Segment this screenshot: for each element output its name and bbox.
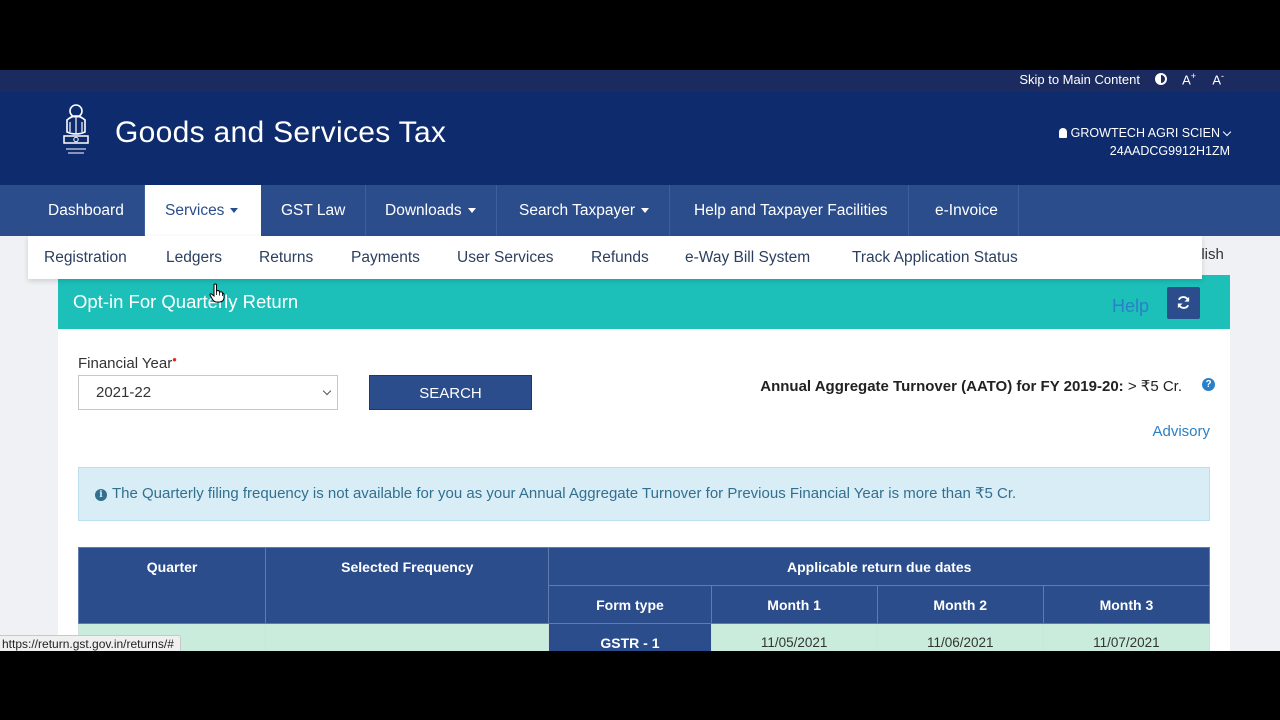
caret-down-icon [467,208,476,213]
submenu-payments[interactable]: Payments [351,236,420,279]
cell-month2: 11/06/2021 [876,623,1044,651]
aato-value: > ₹5 Cr. [1127,378,1182,395]
help-circle-icon[interactable]: ? [1202,378,1215,391]
font-increase-label: A [1182,72,1191,88]
nav-downloads[interactable]: Downloads [365,185,497,236]
nav-label: Help and Taxpayer Facilities [694,202,888,219]
financial-year-select[interactable]: 2021-22 [78,375,338,410]
info-alert: i The Quarterly filing frequency is not a… [78,467,1210,521]
font-decrease-button[interactable]: A- [1212,71,1224,87]
cell-month1: 11/05/2021 [710,623,878,651]
submenu-track-status[interactable]: Track Application Status [852,236,1018,279]
nav-dashboard[interactable]: Dashboard [28,185,145,236]
fy-selected-value: 2021-22 [96,384,152,401]
nav-services[interactable]: Services [145,185,261,236]
national-emblem-icon[interactable] [58,102,94,160]
aato-info: Annual Aggregate Turnover (AATO) for FY … [760,377,1182,395]
advisory-link[interactable]: Advisory [1152,423,1210,440]
caret-down-icon [230,208,239,213]
col-month2: Month 2 [876,585,1044,624]
nav-label: Services [165,202,225,219]
financial-year-label: Financial Year• [78,352,177,372]
chevron-down-icon [322,386,332,396]
font-increase-sup: + [1190,71,1196,81]
aato-label: Annual Aggregate Turnover (AATO) for FY … [760,378,1124,395]
user-menu[interactable]: GROWTECH AGRI SCIEN 24AADCG9912H1ZM [1058,124,1232,160]
nav-search-taxpayer[interactable]: Search Taxpayer [499,185,671,236]
nav-help-facilities[interactable]: Help and Taxpayer Facilities [674,185,909,236]
search-button[interactable]: SEARCH [369,375,532,410]
refresh-button[interactable] [1167,287,1200,319]
nav-label: Dashboard [48,202,124,219]
user-gstin: 24AADCG9912H1ZM [1109,144,1230,158]
font-decrease-sup: - [1221,71,1224,81]
cell-frequency [265,623,550,651]
col-selected-frequency: Selected Frequency [265,547,550,624]
accessibility-bar: Skip to Main Content A+ A- [0,70,1280,92]
page-title: Opt-in For Quarterly Return [73,291,299,312]
submenu-refunds[interactable]: Refunds [591,236,649,279]
opt-in-panel: Opt-in For Quarterly Return Help Financi… [58,275,1230,651]
nav-e-invoice[interactable]: e-Invoice [915,185,1019,236]
site-header: Goods and Services Tax GROWTECH AGRI SCI… [0,92,1280,185]
cell-month3: 11/07/2021 [1042,623,1211,651]
skip-to-main-link[interactable]: Skip to Main Content [1019,72,1140,87]
submenu-ledgers[interactable]: Ledgers [166,236,222,279]
col-quarter: Quarter [77,547,267,624]
services-submenu: Registration Ledgers Returns Payments Us… [28,236,1202,279]
fy-label-text: Financial Year [78,355,173,372]
refresh-icon [1177,296,1190,309]
col-month3: Month 3 [1042,585,1211,624]
required-marker: • [172,352,177,367]
contrast-icon[interactable] [1155,73,1167,85]
col-due-dates: Applicable return due dates [548,547,1210,586]
user-name: GROWTECH AGRI SCIEN [1070,126,1220,140]
font-increase-button[interactable]: A+ [1182,71,1196,87]
status-bar-url: https://return.gst.gov.in/returns/# [0,635,181,651]
submenu-returns[interactable]: Returns [259,236,313,279]
nav-label: Search Taxpayer [519,202,636,219]
main-nav: Dashboard Services GST Law Downloads Sea… [0,185,1280,236]
col-month1: Month 1 [710,585,878,624]
chevron-down-icon [1222,127,1232,137]
nav-label: GST Law [281,202,346,219]
submenu-registration[interactable]: Registration [44,236,127,279]
browser-viewport: Skip to Main Content A+ A- Goods and Ser… [0,70,1280,651]
submenu-eway-bill[interactable]: e-Way Bill System [685,236,810,279]
quarter-table: Quarter Selected Frequency Applicable re… [77,547,1211,651]
caret-down-icon [641,208,650,213]
nav-gst-law[interactable]: GST Law [261,185,367,236]
panel-header: Opt-in For Quarterly Return Help [58,275,1230,329]
table-row: GSTR - 1 11/05/2021 11/06/2021 11/07/202… [77,623,1211,651]
info-text: The Quarterly filing frequency is not av… [112,485,1017,502]
nav-label: e-Invoice [935,202,998,219]
nav-label: Downloads [385,202,462,219]
site-title[interactable]: Goods and Services Tax [115,116,446,150]
info-icon: i [95,489,107,501]
user-icon [1058,128,1067,138]
cell-form-type: GSTR - 1 [548,623,712,651]
help-link[interactable]: Help [1112,296,1149,317]
user-name-row[interactable]: GROWTECH AGRI SCIEN [1058,124,1232,142]
submenu-user-services[interactable]: User Services [457,236,553,279]
font-decrease-label: A [1212,72,1221,88]
hand-cursor-icon [209,283,225,303]
col-form-type: Form type [548,585,712,624]
